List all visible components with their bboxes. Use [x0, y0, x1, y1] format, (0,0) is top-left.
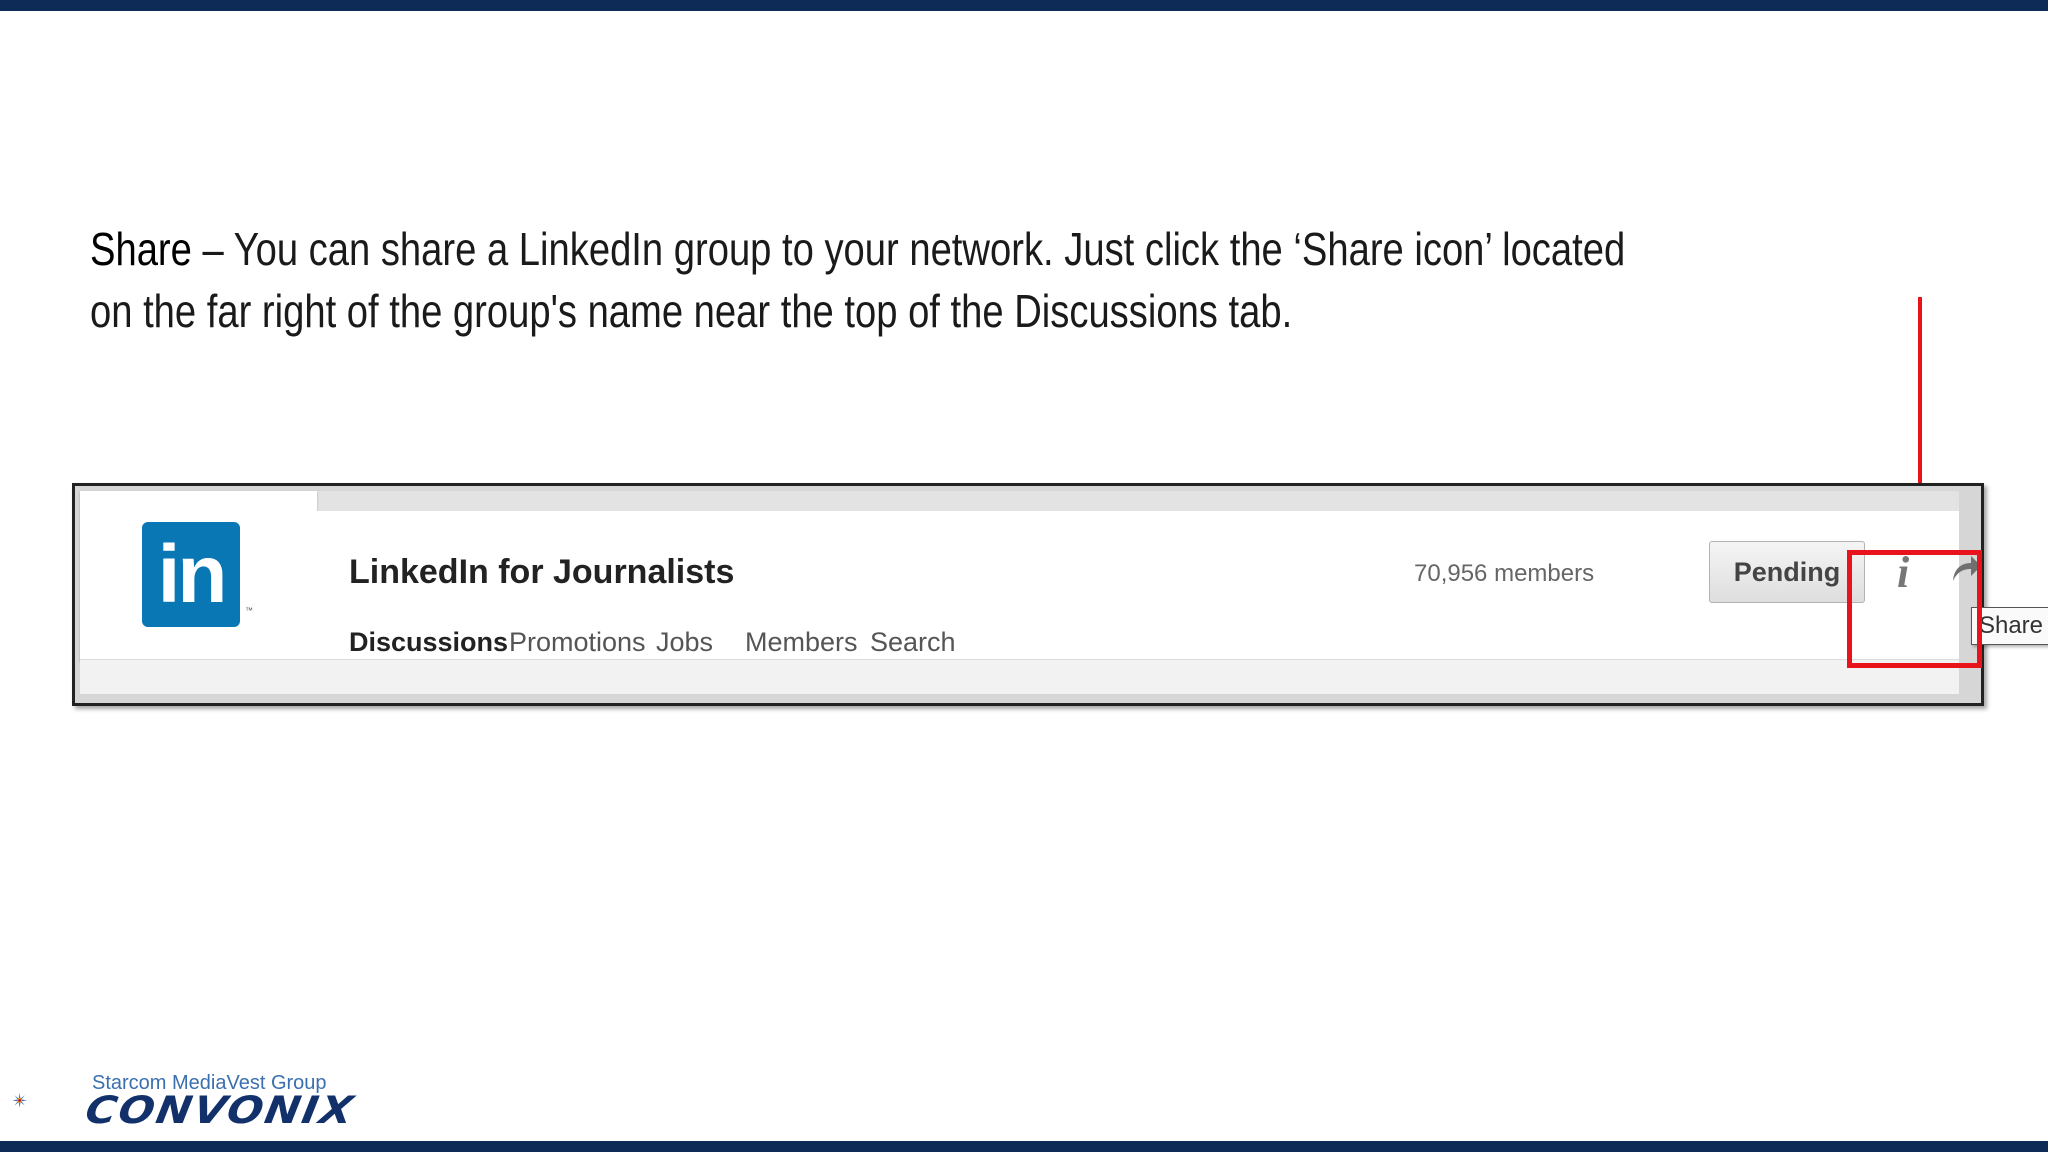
group-header-area: in ™ LinkedIn for Journalists 70,956 mem… [80, 491, 2048, 694]
group-name[interactable]: LinkedIn for Journalists [349, 553, 734, 592]
linkedin-group-screenshot: in ™ LinkedIn for Journalists 70,956 mem… [72, 483, 2048, 706]
tab-strip-footer [80, 659, 1959, 694]
bottom-border-bar [0, 1141, 2048, 1152]
pending-button[interactable]: Pending [1709, 541, 1865, 603]
members-count[interactable]: 70,956 members [1414, 560, 1594, 588]
intro-keyword: Share [90, 223, 192, 275]
tab-members[interactable]: Members [745, 627, 858, 658]
intro-description: – You can share a LinkedIn group to your… [90, 223, 1626, 337]
share-tooltip: Share [1971, 607, 2048, 645]
tab-promotions[interactable]: Promotions [509, 627, 646, 658]
group-logo-card[interactable]: in ™ [80, 491, 317, 661]
top-border-bar [0, 0, 2048, 11]
share-highlight-box [1847, 550, 1982, 668]
group-header-panel: LinkedIn for Journalists 70,956 members … [317, 511, 2048, 668]
tab-search[interactable]: Search [870, 627, 956, 658]
brand-name: CONVONIX [82, 1088, 359, 1133]
linkedin-logo-icon: in [142, 522, 240, 627]
instruction-text: Share – You can share a LinkedIn group t… [90, 218, 1667, 342]
trademark-mark: ™ [245, 606, 253, 615]
tab-jobs[interactable]: Jobs [656, 627, 713, 658]
starburst-logo-icon [12, 1092, 28, 1108]
